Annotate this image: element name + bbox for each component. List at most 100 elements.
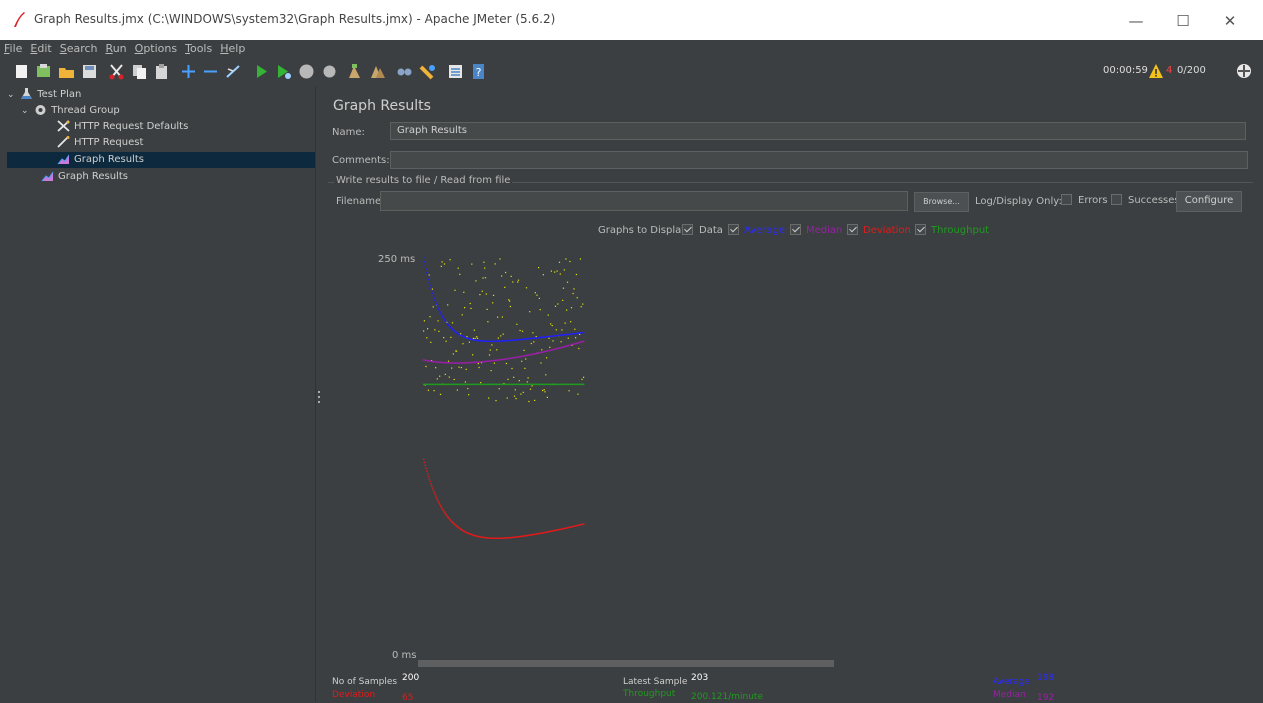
throughput-option-label: Throughput <box>931 225 990 236</box>
deviation-checkbox[interactable] <box>847 224 858 235</box>
name-field[interactable]: Graph Results <box>390 122 1246 140</box>
remote-icon[interactable] <box>1236 63 1252 79</box>
y-axis-max-label: 250 ms <box>378 254 416 265</box>
svg-text:?: ? <box>476 66 482 79</box>
data-point <box>505 271 507 274</box>
tree-item-graph-results-selected[interactable]: Graph Results <box>7 152 315 168</box>
data-point <box>529 311 531 313</box>
function-helper-icon[interactable] <box>447 63 464 80</box>
samples-label: No of Samples <box>332 677 398 687</box>
jmeter-feather-icon <box>14 12 25 27</box>
toolbar: ? 00:00:59 4 0/200 <box>0 57 1263 87</box>
clear-all-icon[interactable] <box>369 63 386 80</box>
menu-help[interactable]: Help <box>216 40 249 57</box>
chevron-down-icon[interactable]: ⌄ <box>21 103 31 119</box>
start-no-pauses-icon[interactable] <box>275 63 292 80</box>
maximize-button[interactable]: ☐ <box>1160 8 1206 34</box>
clear-icon[interactable] <box>346 63 363 80</box>
average-point <box>431 290 433 292</box>
tree-item-http-request-defaults[interactable]: HTTP Request Defaults <box>57 119 188 135</box>
data-point <box>492 302 494 304</box>
filename-input[interactable] <box>380 191 908 211</box>
toggle-icon[interactable] <box>225 63 242 80</box>
tree-item-thread-group[interactable]: ⌄ Thread Group <box>21 103 120 119</box>
deviation-point <box>434 493 436 495</box>
graph-horizontal-scrollbar[interactable] <box>418 660 834 667</box>
start-icon[interactable] <box>253 63 270 80</box>
errors-checkbox[interactable] <box>1061 194 1072 205</box>
median-checkbox[interactable] <box>790 224 801 235</box>
save-icon[interactable] <box>81 63 98 80</box>
deviation-stat-label: Deviation <box>332 690 376 700</box>
average-point <box>423 257 425 259</box>
average-checkbox[interactable] <box>728 224 739 235</box>
templates-icon[interactable] <box>35 63 52 80</box>
data-point <box>457 267 459 269</box>
data-point <box>473 329 475 331</box>
configure-button[interactable]: Configure <box>1176 191 1242 212</box>
expand-icon[interactable] <box>180 63 197 80</box>
stop-icon[interactable] <box>298 63 315 80</box>
data-checkbox[interactable] <box>682 224 693 235</box>
menu-bar: File Edit Search Run Options Tools Help <box>0 40 1263 57</box>
data-point <box>485 293 487 295</box>
warning-count: 4 <box>1166 65 1173 76</box>
y-axis-min-label: 0 ms <box>392 650 417 661</box>
close-button[interactable]: ✕ <box>1207 8 1253 34</box>
data-point <box>547 314 549 316</box>
tree-item-http-request[interactable]: HTTP Request <box>57 135 143 151</box>
average-point <box>434 299 436 301</box>
successes-checkbox[interactable] <box>1111 194 1122 205</box>
data-point <box>577 393 579 395</box>
page-title: Graph Results <box>333 98 431 114</box>
menu-search[interactable]: Search <box>56 40 102 57</box>
warning-icon[interactable] <box>1148 63 1164 79</box>
data-point <box>439 393 442 395</box>
data-point <box>567 337 569 339</box>
menu-options[interactable]: Options <box>131 40 181 57</box>
tree-item-graph-results[interactable]: Graph Results <box>41 169 128 185</box>
chevron-down-icon[interactable]: ⌄ <box>7 87 17 103</box>
average-point <box>436 305 439 307</box>
data-point <box>444 373 446 375</box>
comments-field[interactable] <box>390 151 1248 169</box>
menu-file[interactable]: File <box>0 40 26 57</box>
data-point <box>542 274 544 276</box>
paste-icon[interactable] <box>153 63 170 80</box>
window-title: Graph Results.jmx (C:\WINDOWS\system32\G… <box>34 12 556 26</box>
open-icon[interactable] <box>58 63 75 80</box>
splitter-grip-icon[interactable] <box>318 390 320 404</box>
average-point <box>424 264 426 267</box>
data-point <box>519 329 521 332</box>
data-point <box>452 353 454 355</box>
new-icon[interactable] <box>13 63 30 80</box>
minimize-button[interactable]: — <box>1113 8 1159 34</box>
reset-search-icon[interactable] <box>419 63 436 80</box>
menu-tools[interactable]: Tools <box>181 40 216 57</box>
data-point <box>533 341 535 343</box>
window-title-bar: Graph Results.jmx (C:\WINDOWS\system32\G… <box>0 0 1263 40</box>
copy-icon[interactable] <box>131 63 148 80</box>
help-icon[interactable]: ? <box>470 63 487 80</box>
data-point <box>484 277 487 279</box>
deviation-point <box>432 489 434 491</box>
data-point <box>541 349 543 351</box>
data-point <box>479 294 481 296</box>
browse-button[interactable]: Browse... <box>914 192 969 212</box>
menu-run[interactable]: Run <box>102 40 131 57</box>
data-point <box>466 336 468 338</box>
menu-edit[interactable]: Edit <box>26 40 55 57</box>
cut-icon[interactable] <box>108 63 125 80</box>
data-point <box>538 267 540 269</box>
data-point <box>582 303 584 305</box>
search-icon[interactable] <box>396 63 413 80</box>
data-point <box>456 389 458 391</box>
deviation-point <box>428 478 430 480</box>
shutdown-icon[interactable] <box>321 63 338 80</box>
data-point <box>524 367 526 369</box>
data-point <box>525 358 527 360</box>
tree-item-test-plan[interactable]: ⌄ Test Plan <box>7 87 81 103</box>
collapse-icon[interactable] <box>202 63 219 80</box>
data-point <box>505 362 507 365</box>
throughput-checkbox[interactable] <box>915 224 926 235</box>
